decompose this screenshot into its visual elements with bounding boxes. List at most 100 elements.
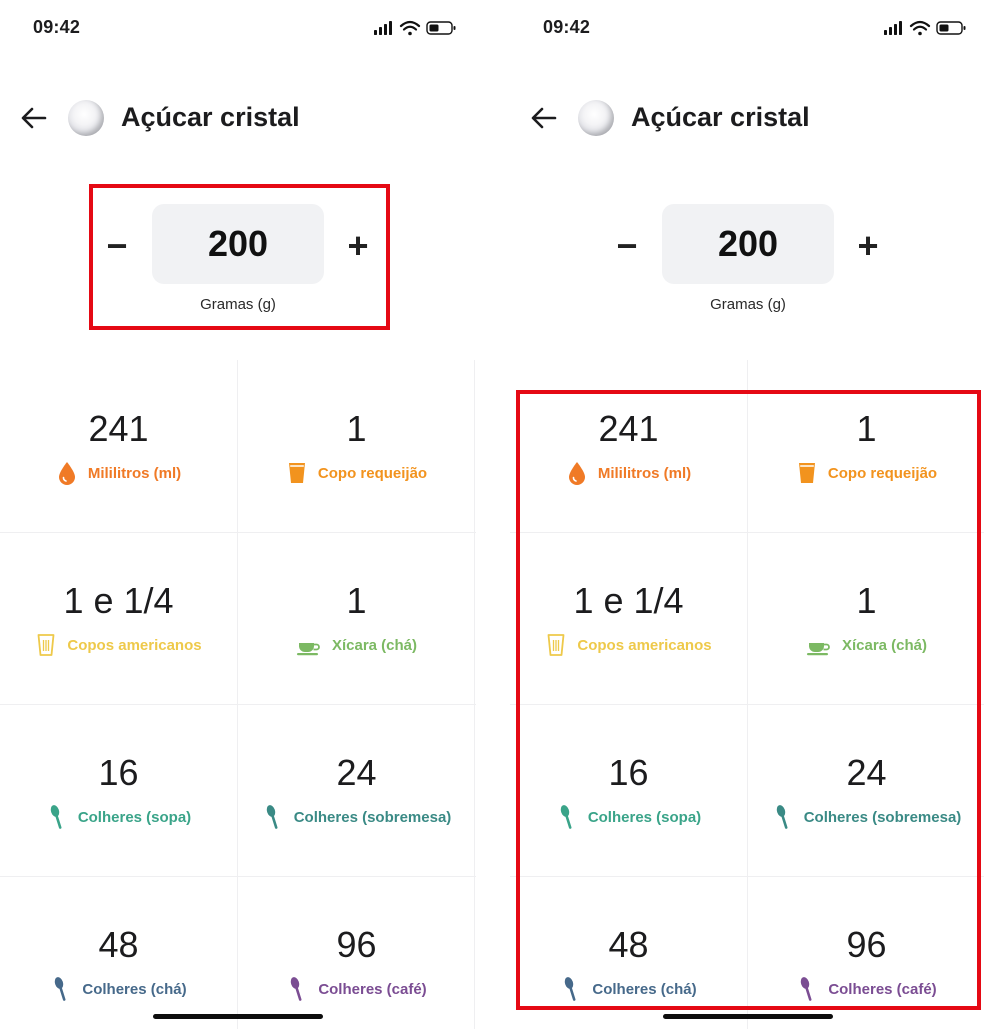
conversion-value: 1 <box>856 408 877 449</box>
conversion-unit-label: Copos americanos <box>67 636 202 654</box>
conversion-value: 16 <box>98 752 139 793</box>
back-arrow-icon[interactable] <box>528 102 560 134</box>
conversion-unit-label: Colheres (sobremesa) <box>803 808 962 826</box>
conversion-value: 241 <box>88 408 149 449</box>
status-icons <box>884 20 966 36</box>
conversion-cell: 241 Mililitros (ml) <box>510 360 747 532</box>
conversion-unit-label: Mililitros (ml) <box>87 464 182 482</box>
header: Açúcar cristal <box>0 92 476 146</box>
spoon-icon <box>560 976 582 1002</box>
food-image <box>68 100 104 136</box>
conversion-label-row: Mililitros (ml) <box>510 460 747 486</box>
conversion-value: 1 <box>346 408 367 449</box>
conversion-value: 24 <box>846 752 887 793</box>
screen-right: 09:42 Açúcar cristal − 200 + Gramas (g) … <box>510 0 984 1029</box>
unit-label[interactable]: Gramas (g) <box>662 296 834 313</box>
cup-outline-icon <box>35 632 57 658</box>
conversion-unit-label: Colheres (sopa) <box>587 808 702 826</box>
wifi-icon <box>909 20 931 36</box>
decrement-button[interactable]: − <box>95 216 139 276</box>
status-bar: 09:42 <box>510 0 984 56</box>
conversion-label-row: Copo requeijão <box>238 460 475 486</box>
conversion-value: 241 <box>598 408 659 449</box>
conversion-value: 1 e 1/4 <box>63 580 174 621</box>
teacup-icon <box>296 632 322 658</box>
spoon-icon <box>50 976 72 1002</box>
conversion-cell: 96 Colheres (café) <box>238 876 475 1029</box>
conversion-label-row: Colheres (chá) <box>510 976 747 1002</box>
quantity-stepper: − 200 + Gramas (g) <box>0 186 476 328</box>
conversion-cell: 241 Mililitros (ml) <box>0 360 237 532</box>
conversion-unit-label: Colheres (café) <box>828 980 937 998</box>
quantity-input[interactable]: 200 <box>152 204 324 284</box>
conversion-grid: 241 Mililitros (ml) 1 Copo requeijão 1 e 1/4… <box>0 360 476 1029</box>
page-title: Açúcar cristal <box>121 102 300 132</box>
conversion-unit-label: Mililitros (ml) <box>597 464 692 482</box>
home-indicator <box>153 1014 323 1019</box>
signal-icon <box>884 21 902 35</box>
conversion-label-row: Copo requeijão <box>748 460 984 486</box>
quantity-input[interactable]: 200 <box>662 204 834 284</box>
conversion-cell: 24 Colheres (sobremesa) <box>238 704 475 876</box>
spoon-icon <box>46 804 68 830</box>
conversion-cell: 1 e 1/4 Copos americanos <box>0 532 237 704</box>
conversion-value: 48 <box>608 924 649 965</box>
conversion-cell: 1 Copo requeijão <box>238 360 475 532</box>
conversion-value: 48 <box>98 924 139 965</box>
conversion-cell: 16 Colheres (sopa) <box>510 704 747 876</box>
conversion-label-row: Colheres (sobremesa) <box>748 804 984 830</box>
conversion-unit-label: Colheres (chá) <box>82 980 187 998</box>
battery-icon <box>936 21 966 35</box>
conversion-label-row: Colheres (café) <box>748 976 984 1002</box>
quantity-stepper: − 200 + Gramas (g) <box>510 186 984 328</box>
conversion-label-row: Colheres (sobremesa) <box>238 804 475 830</box>
teacup-icon <box>806 632 832 658</box>
decrement-button[interactable]: − <box>605 216 649 276</box>
glass-icon <box>286 460 308 486</box>
conversion-cell: 96 Colheres (café) <box>748 876 984 1029</box>
conversion-grid: 241 Mililitros (ml) 1 Copo requeijão 1 e 1/4… <box>510 360 984 1029</box>
conversion-label-row: Xícara (chá) <box>238 632 475 658</box>
conversion-value: 1 <box>856 580 877 621</box>
conversion-value: 96 <box>336 924 377 965</box>
conversion-unit-label: Colheres (café) <box>318 980 427 998</box>
header: Açúcar cristal <box>510 92 984 146</box>
back-arrow-icon[interactable] <box>18 102 50 134</box>
increment-button[interactable]: + <box>336 216 380 276</box>
food-image <box>578 100 614 136</box>
conversion-unit-label: Colheres (sopa) <box>77 808 192 826</box>
conversion-label-row: Copos americanos <box>510 632 747 658</box>
conversion-unit-label: Copo requeijão <box>317 464 428 482</box>
conversion-unit-label: Colheres (sobremesa) <box>293 808 452 826</box>
increment-button[interactable]: + <box>846 216 890 276</box>
wifi-icon <box>399 20 421 36</box>
conversion-label-row: Colheres (sopa) <box>0 804 237 830</box>
conversion-value: 16 <box>608 752 649 793</box>
spoon-icon <box>556 804 578 830</box>
conversion-label-row: Copos americanos <box>0 632 237 658</box>
conversion-cell: 48 Colheres (chá) <box>0 876 237 1029</box>
conversion-unit-label: Copos americanos <box>577 636 712 654</box>
unit-label[interactable]: Gramas (g) <box>152 296 324 313</box>
conversion-value: 1 e 1/4 <box>573 580 684 621</box>
conversion-unit-label: Xícara (chá) <box>841 636 928 654</box>
spoon-icon <box>286 976 308 1002</box>
conversion-value: 96 <box>846 924 887 965</box>
home-indicator <box>663 1014 833 1019</box>
conversion-label-row: Mililitros (ml) <box>0 460 237 486</box>
status-bar: 09:42 <box>0 0 476 56</box>
conversion-cell: 48 Colheres (chá) <box>510 876 747 1029</box>
conversion-cell: 1 Copo requeijão <box>748 360 984 532</box>
drop-icon <box>566 460 588 486</box>
conversion-cell: 16 Colheres (sopa) <box>0 704 237 876</box>
conversion-unit-label: Copo requeijão <box>827 464 938 482</box>
conversion-cell: 1 Xícara (chá) <box>748 532 984 704</box>
status-time: 09:42 <box>543 17 591 37</box>
conversion-unit-label: Xícara (chá) <box>331 636 418 654</box>
page-title: Açúcar cristal <box>631 102 810 132</box>
conversion-label-row: Colheres (chá) <box>0 976 237 1002</box>
glass-icon <box>796 460 818 486</box>
status-time: 09:42 <box>33 17 81 37</box>
signal-icon <box>374 21 392 35</box>
cup-outline-icon <box>545 632 567 658</box>
